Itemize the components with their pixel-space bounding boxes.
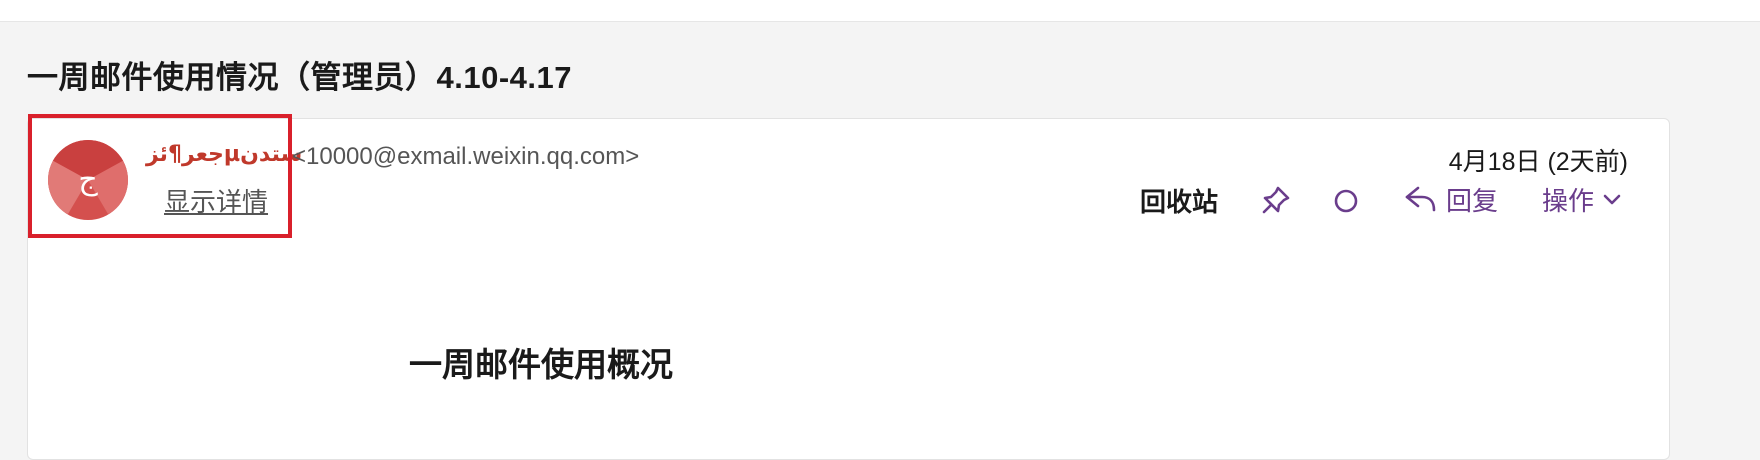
sender-email: <10000@exmail.weixin.qq.com> <box>292 143 640 170</box>
mark-button[interactable] <box>1333 188 1359 214</box>
mail-date: 4月18日 (2天前) <box>1448 148 1628 176</box>
actions-label: 操作 <box>1542 185 1595 216</box>
pin-button[interactable] <box>1260 184 1292 216</box>
show-details-link[interactable]: 显示详情 <box>164 182 268 219</box>
mail-card <box>27 118 1670 460</box>
actions-menu-button[interactable]: 操作 <box>1542 182 1622 216</box>
mail-body-heading: 一周邮件使用概况 <box>409 346 673 383</box>
reply-icon <box>1405 186 1436 212</box>
pin-icon <box>1262 186 1290 214</box>
top-bar <box>0 0 1760 22</box>
avatar-letter: ج <box>78 162 98 197</box>
folder-label[interactable]: 回收站 <box>1140 182 1218 219</box>
chevron-down-icon <box>1603 194 1621 205</box>
sender-name[interactable]: ستدنµجعر¶ئز <box>146 142 302 167</box>
mail-subject: 一周邮件使用情况（管理员）4.10-4.17 <box>27 60 572 95</box>
reply-label: 回复 <box>1446 185 1499 216</box>
reply-button[interactable]: 回复 <box>1404 182 1498 216</box>
circle-icon <box>1334 189 1358 213</box>
avatar[interactable]: ج <box>48 140 128 220</box>
